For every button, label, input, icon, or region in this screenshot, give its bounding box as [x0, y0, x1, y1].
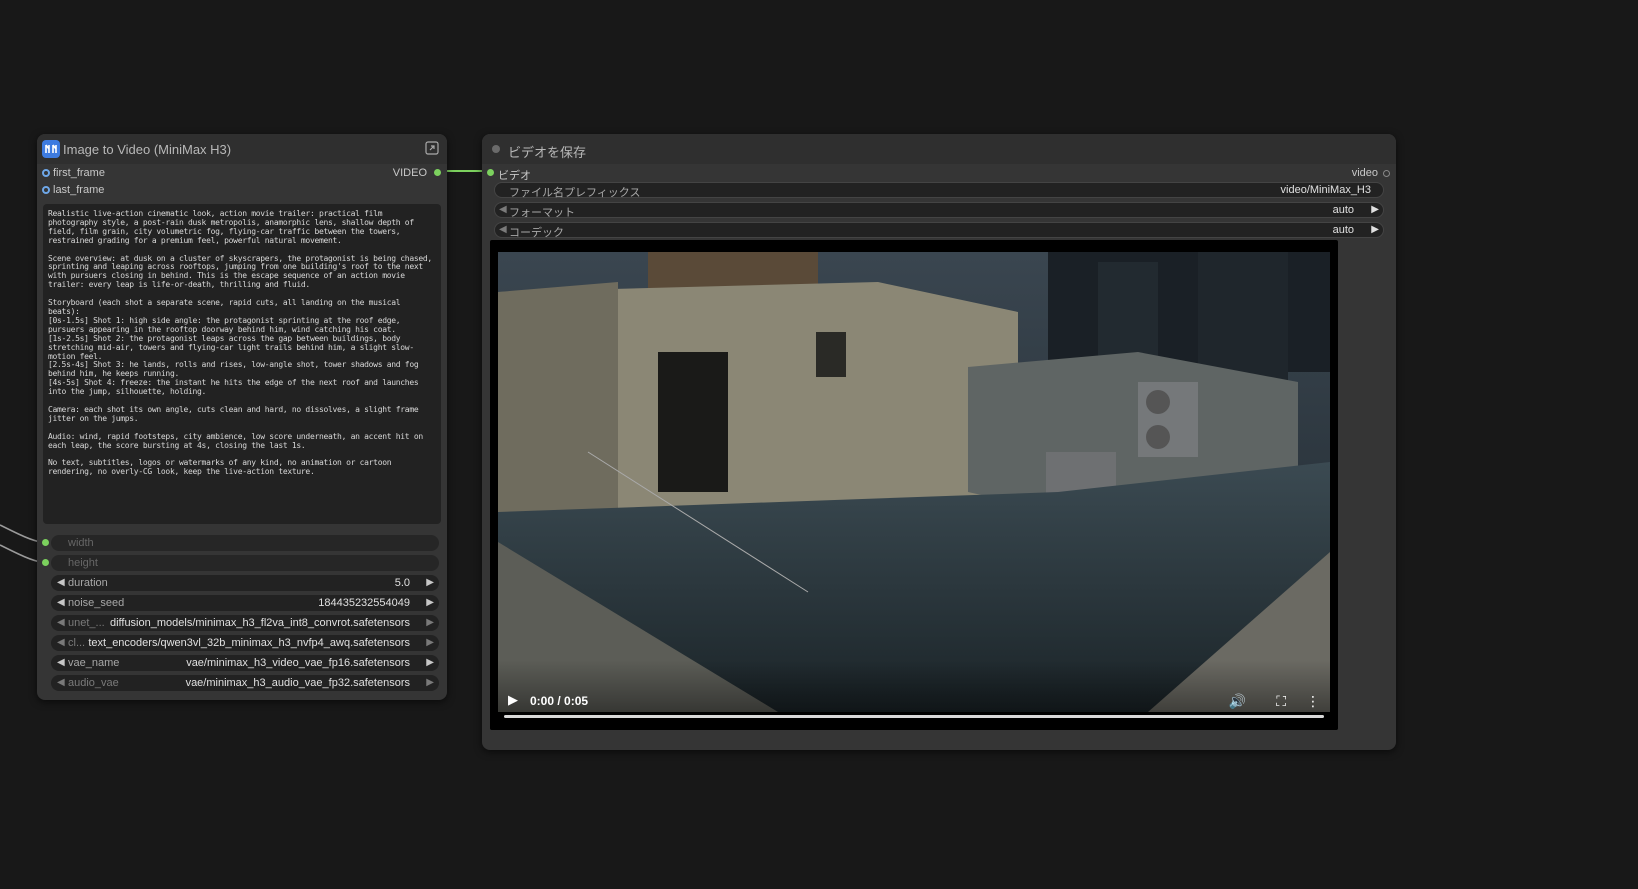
more-options-icon[interactable]: ⋮ [1306, 693, 1320, 710]
field-name: フォーマット [509, 207, 575, 219]
next-arrow-icon[interactable]: ▶ [426, 617, 434, 628]
widget-value: 184435232554049 [318, 597, 410, 609]
height-label: height [68, 557, 98, 569]
minimax-logo-icon [42, 140, 60, 158]
width-input-slot[interactable] [42, 539, 49, 546]
audio-vae-widget[interactable]: ◀ audio_vae vae/minimax_h3_audio_vae_fp3… [51, 675, 439, 691]
field-name: コーデック [509, 227, 564, 239]
volume-icon[interactable]: 🔊 [1229, 693, 1246, 710]
video-player[interactable]: ▶ 0:00 / 0:05 🔊 ⛶ ⋮ [490, 240, 1338, 730]
video-output-slot[interactable] [1383, 170, 1390, 177]
decrement-arrow-icon[interactable]: ◀ [57, 577, 65, 588]
widget-name: cl... [68, 637, 86, 649]
next-arrow-icon[interactable]: ▶ [426, 677, 434, 688]
next-arrow-icon[interactable]: ▶ [426, 637, 434, 648]
progress-bar[interactable] [504, 715, 1324, 718]
player-controls: ▶ 0:00 / 0:05 🔊 ⛶ ⋮ [490, 660, 1338, 730]
input-label-last-frame: last_frame [53, 184, 105, 196]
width-widget[interactable]: width [51, 535, 439, 551]
node-titlebar[interactable]: ビデオを保存 [482, 134, 1396, 164]
field-name: ファイル名プレフィックス [509, 187, 641, 199]
widget-value: diffusion_models/minimax_h3_fl2va_int8_c… [109, 617, 410, 629]
output-label-video: VIDEO [392, 167, 427, 179]
prompt-textarea[interactable]: Realistic live-action cinematic look, ac… [43, 204, 441, 524]
video-frame-rooftop [498, 252, 1330, 712]
width-label: width [68, 537, 94, 549]
increment-arrow-icon[interactable]: ▶ [426, 597, 434, 608]
field-value: auto [1332, 224, 1354, 236]
increment-arrow-icon[interactable]: ▶ [426, 577, 434, 588]
node-titlebar[interactable]: Image to Video (MiniMax H3) [37, 134, 447, 164]
play-icon[interactable]: ▶ [508, 692, 518, 708]
node-title: Image to Video (MiniMax H3) [63, 142, 232, 157]
image-to-video-node[interactable]: Image to Video (MiniMax H3) first_frame … [37, 134, 447, 700]
fullscreen-icon[interactable]: ⛶ [1276, 693, 1286, 710]
widget-name: audio_vae [68, 677, 119, 689]
next-arrow-icon[interactable]: ▶ [1371, 204, 1379, 215]
widget-value: 5.0 [394, 577, 410, 589]
previous-arrow-icon[interactable]: ◀ [57, 637, 65, 648]
previous-arrow-icon[interactable]: ◀ [57, 657, 65, 668]
widget-name: noise_seed [68, 597, 125, 609]
previous-arrow-icon[interactable]: ◀ [499, 224, 507, 235]
widget-value: text_encoders/qwen3vl_32b_minimax_h3_nvf… [88, 637, 410, 649]
widget-name: duration [68, 577, 108, 589]
previous-arrow-icon[interactable]: ◀ [57, 677, 65, 688]
previous-arrow-icon[interactable]: ◀ [499, 204, 507, 215]
video-input-slot[interactable] [487, 169, 494, 176]
next-arrow-icon[interactable]: ▶ [1371, 224, 1379, 235]
field-value: auto [1332, 204, 1354, 216]
unet-name-widget[interactable]: ◀ unet_... diffusion_models/minimax_h3_f… [51, 615, 439, 631]
field-value: video/MiniMax_H3 [1280, 184, 1371, 196]
video-output-slot[interactable] [434, 169, 441, 176]
node-status-dot [492, 145, 500, 153]
height-widget[interactable]: height [51, 555, 439, 571]
widget-value: vae/minimax_h3_audio_vae_fp32.safetensor… [185, 677, 410, 689]
filename-prefix-field[interactable]: ファイル名プレフィックス video/MiniMax_H3 [494, 182, 1384, 199]
codec-field[interactable]: ◀ コーデック auto ▶ [494, 222, 1384, 239]
input-label-video: ビデオ [498, 170, 531, 182]
vae-name-widget[interactable]: ◀ vae_name vae/minimax_h3_video_vae_fp16… [51, 655, 439, 671]
expand-icon[interactable] [425, 141, 439, 155]
first-frame-slot[interactable] [42, 169, 50, 177]
noise-seed-widget[interactable]: ◀ noise_seed 184435232554049 ▶ [51, 595, 439, 611]
decrement-arrow-icon[interactable]: ◀ [57, 597, 65, 608]
timecode: 0:00 / 0:05 [530, 694, 589, 708]
widget-value: vae/minimax_h3_video_vae_fp16.safetensor… [186, 657, 410, 669]
previous-arrow-icon[interactable]: ◀ [57, 617, 65, 628]
input-label-first-frame: first_frame [53, 167, 105, 179]
widget-name: vae_name [68, 657, 120, 669]
last-frame-slot[interactable] [42, 186, 50, 194]
height-input-slot[interactable] [42, 559, 49, 566]
widget-name: unet_... [68, 617, 105, 629]
clip-name-widget[interactable]: ◀ cl... text_encoders/qwen3vl_32b_minima… [51, 635, 439, 651]
node-title: ビデオを保存 [508, 145, 587, 160]
next-arrow-icon[interactable]: ▶ [426, 657, 434, 668]
duration-widget[interactable]: ◀ duration 5.0 ▶ [51, 575, 439, 591]
format-field[interactable]: ◀ フォーマット auto ▶ [494, 202, 1384, 219]
output-label-video: video [1351, 167, 1378, 179]
